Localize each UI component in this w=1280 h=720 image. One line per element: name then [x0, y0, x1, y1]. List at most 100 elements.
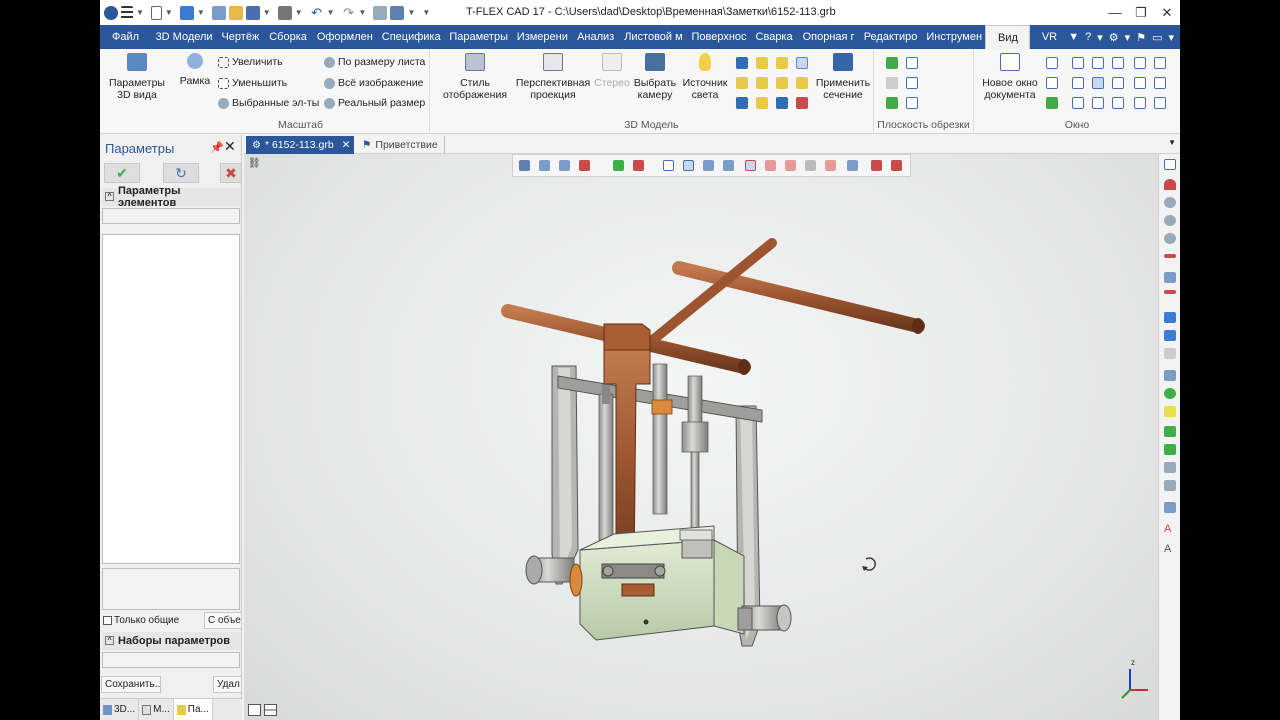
- bottom-tab-m[interactable]: М...: [139, 699, 174, 720]
- pin-icon[interactable]: 📌: [210, 141, 224, 154]
- display-mode-icon[interactable]: [1164, 426, 1176, 437]
- element-params-list[interactable]: [102, 234, 240, 564]
- zoom-icon[interactable]: [1164, 233, 1176, 244]
- param-sets-list[interactable]: [102, 652, 240, 668]
- zoom-icon[interactable]: [1164, 215, 1176, 226]
- split-view-icon[interactable]: [264, 704, 277, 716]
- tab-specification[interactable]: Специфика: [376, 25, 444, 49]
- zoom-icon[interactable]: [1164, 197, 1176, 208]
- selection-icon[interactable]: [796, 57, 808, 69]
- cube-icon[interactable]: [776, 97, 788, 109]
- section-icon[interactable]: [776, 57, 788, 69]
- text-size-icon[interactable]: A: [1164, 524, 1176, 535]
- list-icon[interactable]: [211, 5, 226, 20]
- tab-measure[interactable]: Измерени: [511, 25, 571, 49]
- cancel-button[interactable]: ✖: [220, 163, 242, 183]
- whole-image-button[interactable]: Всё изображение: [324, 77, 423, 89]
- doc-tabs-dropdown-icon[interactable]: ▼: [1168, 138, 1176, 147]
- display-style-button[interactable]: Стиль отображения: [436, 53, 514, 101]
- tab-parameters[interactable]: Параметры: [443, 25, 510, 49]
- chevron-down-icon[interactable]: ▼: [165, 8, 173, 17]
- window-tile-icon[interactable]: [1112, 57, 1124, 69]
- maximize-button[interactable]: ❐: [1128, 0, 1154, 25]
- window-tile-icon[interactable]: [1092, 77, 1104, 89]
- tab-surfaces[interactable]: Поверхнос: [685, 25, 749, 49]
- display-mode-icon[interactable]: [1164, 444, 1176, 455]
- 3d-viewport[interactable]: ⛓ z: [244, 154, 1158, 720]
- tab-annotation[interactable]: Оформлен: [311, 25, 376, 49]
- display-mode-icon[interactable]: [1164, 462, 1176, 473]
- section-icon[interactable]: [756, 57, 768, 69]
- ribbon-dropdown-icon[interactable]: ▼: [1068, 31, 1079, 43]
- t-handle[interactable]: [501, 238, 925, 375]
- fragment-icon[interactable]: [373, 5, 388, 20]
- minimize-button[interactable]: —: [1102, 0, 1128, 25]
- section-element-params[interactable]: ^ Параметры элементов: [102, 185, 240, 209]
- section-icon[interactable]: [756, 77, 768, 89]
- perspective-button[interactable]: Перспективная проекция: [514, 53, 592, 101]
- only-common-checkbox[interactable]: Только общие: [103, 615, 179, 626]
- view-icon[interactable]: [1164, 159, 1176, 170]
- single-view-icon[interactable]: [248, 704, 261, 716]
- insert-icon[interactable]: [390, 5, 405, 20]
- save-icon[interactable]: [245, 5, 260, 20]
- print-icon[interactable]: [277, 5, 292, 20]
- display-mode-icon[interactable]: [1164, 388, 1176, 399]
- window-tile-icon[interactable]: [1072, 97, 1084, 109]
- tab-sheet-metal[interactable]: Листовой м: [618, 25, 685, 49]
- window-tile-icon[interactable]: [1154, 97, 1166, 109]
- tab-tools[interactable]: Инструмен: [920, 25, 985, 49]
- section-icon[interactable]: [776, 77, 788, 89]
- zoom-selected-button[interactable]: Выбранные эл-ты: [218, 97, 319, 109]
- left-side-bolt[interactable]: [525, 555, 583, 597]
- chevron-down-icon[interactable]: ▼: [327, 8, 335, 17]
- tab-assembly[interactable]: Сборка: [263, 25, 311, 49]
- open-folder-icon[interactable]: [228, 5, 243, 20]
- window-tile-icon[interactable]: [1134, 97, 1146, 109]
- refresh-button[interactable]: ↻: [163, 163, 199, 183]
- delete-params-button[interactable]: Удал: [213, 676, 242, 693]
- clip-plane-icon[interactable]: [906, 57, 918, 69]
- choose-camera-button[interactable]: Выбрать камеру: [632, 53, 678, 101]
- window-tile-icon[interactable]: [1134, 77, 1146, 89]
- help-icon[interactable]: ?: [1085, 31, 1091, 43]
- panel-close-button[interactable]: ✕: [224, 138, 236, 155]
- window-tile-icon[interactable]: [1072, 77, 1084, 89]
- display-mode-icon[interactable]: [1164, 406, 1176, 417]
- window-tile-icon[interactable]: [1134, 57, 1146, 69]
- measure-icon[interactable]: [1164, 254, 1176, 258]
- tab-3d-model[interactable]: 3D Модели: [150, 25, 216, 49]
- cube-icon[interactable]: [736, 57, 748, 69]
- tab-welding[interactable]: Сварка: [750, 25, 797, 49]
- flag-icon[interactable]: ⚑: [1136, 31, 1146, 44]
- new-document-window-button[interactable]: Новое окно документа: [978, 53, 1042, 101]
- zoom-in-button[interactable]: Увеличить: [218, 56, 283, 68]
- cube-view-icon[interactable]: [1164, 330, 1176, 341]
- section-param-sets[interactable]: ^ Наборы параметров: [102, 632, 240, 650]
- window-layout-icon[interactable]: ▭: [1152, 31, 1162, 44]
- window-tile-icon[interactable]: [1072, 57, 1084, 69]
- light-source-button[interactable]: Источник света: [678, 53, 732, 101]
- apply-section-button[interactable]: Применить сечение: [814, 53, 872, 101]
- window-tile-icon[interactable]: [1046, 77, 1058, 89]
- new-file-icon[interactable]: [150, 5, 162, 20]
- right-side-bolt[interactable]: [737, 604, 792, 632]
- settings-gear-icon[interactable]: ⚙: [1109, 31, 1119, 44]
- measure-icon[interactable]: [1164, 272, 1176, 283]
- left-frame[interactable]: [551, 365, 579, 585]
- chevron-down-icon[interactable]: ▼: [359, 8, 367, 17]
- doc-tab-close-icon[interactable]: ✕: [342, 139, 351, 151]
- doc-tab-welcome[interactable]: ⚑ Приветствие: [362, 136, 445, 154]
- window-tile-icon[interactable]: [1046, 97, 1058, 109]
- chevron-down-icon[interactable]: ▼: [295, 8, 303, 17]
- bottom-tab-params[interactable]: Па...: [173, 699, 213, 720]
- tab-view[interactable]: Вид: [985, 25, 1030, 49]
- cube-view-icon[interactable]: [1164, 312, 1176, 323]
- new-3d-icon[interactable]: [179, 5, 194, 20]
- window-tile-icon[interactable]: [1092, 97, 1104, 109]
- redo-icon[interactable]: ↷: [342, 5, 356, 20]
- params-3d-view-button[interactable]: Параметры 3D вида: [104, 53, 170, 101]
- stereo-button[interactable]: Стерео: [594, 53, 630, 89]
- clip-plane-icon[interactable]: [886, 77, 898, 89]
- window-tile-icon[interactable]: [1046, 57, 1058, 69]
